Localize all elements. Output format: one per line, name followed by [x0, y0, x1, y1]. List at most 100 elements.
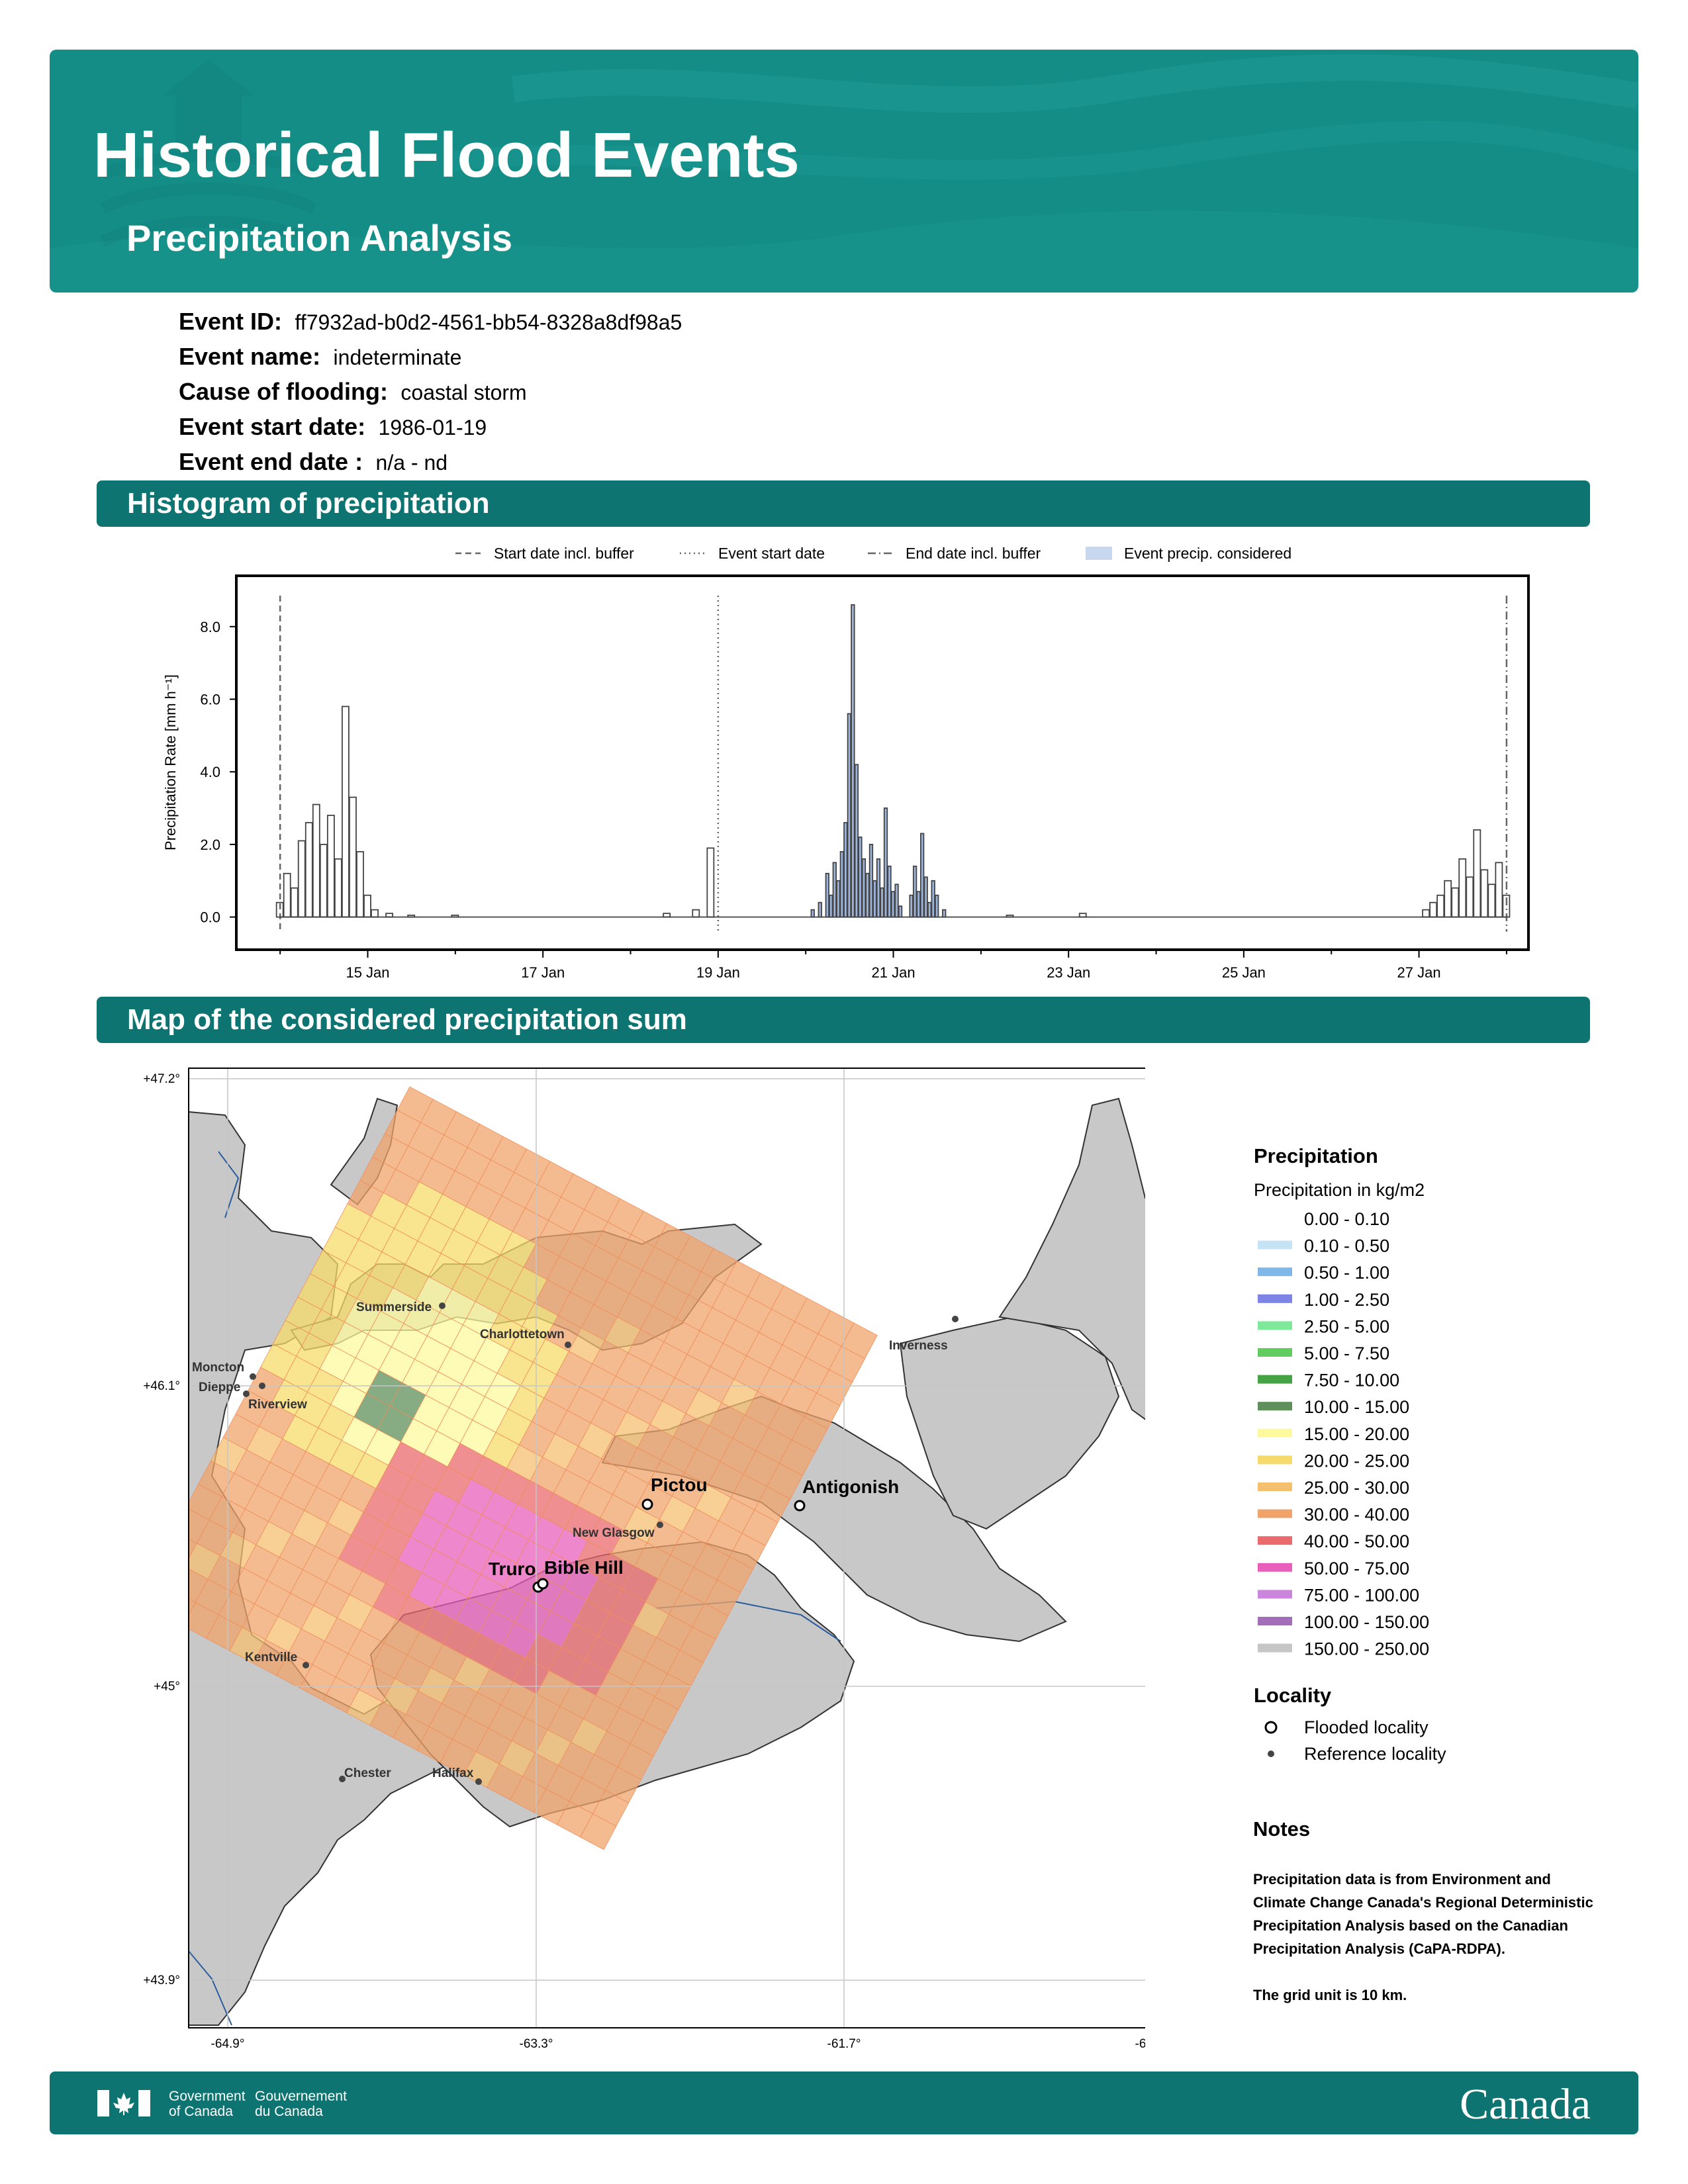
precip-bar [1480, 869, 1489, 918]
legend-class-entry: 0.00 - 0.10 [1258, 1209, 1389, 1229]
y-tick-label: 0.0 [200, 909, 220, 926]
legend-swatch [1258, 1643, 1292, 1653]
event-precip-bar [843, 822, 848, 918]
event-precip-bar [898, 905, 903, 918]
precip-bar [692, 909, 700, 918]
event-precip-bar [825, 872, 829, 918]
legend-class-entry: 50.00 - 75.00 [1258, 1559, 1409, 1578]
svg-text:Charlottetown: Charlottetown [480, 1328, 565, 1342]
svg-text:Riverview: Riverview [248, 1398, 307, 1412]
legend-swatch [1258, 1617, 1292, 1625]
map-y-tick: +45° [154, 1680, 180, 1694]
event-precip-bar [890, 891, 896, 918]
svg-text:Moncton: Moncton [192, 1361, 244, 1375]
event-end-row: Event end date : n/a - nd [179, 445, 682, 480]
event-precip-bar [832, 862, 837, 918]
flooded-locality-icon [1264, 1721, 1278, 1734]
x-tick-label: 15 Jan [346, 964, 389, 981]
legend-class-entry: 5.00 - 7.50 [1258, 1343, 1389, 1363]
legend-class-label: 100.00 - 150.00 [1304, 1612, 1429, 1632]
legend-end-buffer-label: End date incl. buffer [906, 545, 1041, 562]
event-cause-value: coastal storm [400, 381, 527, 404]
precip-bar [706, 847, 715, 918]
legend-event-precip-label: Event precip. considered [1124, 545, 1291, 562]
event-precip-bar [880, 887, 884, 918]
event-start-label: Event start date: [179, 413, 366, 440]
precipitation-bars [275, 604, 1511, 918]
event-start-value: 1986-01-19 [378, 416, 487, 439]
legend-class-label: 5.00 - 7.50 [1304, 1343, 1389, 1363]
legend-class-label: 50.00 - 75.00 [1304, 1559, 1409, 1578]
y-tick-label: 2.0 [200, 837, 220, 853]
event-precip-bar [810, 909, 815, 918]
precip-bar [407, 914, 416, 918]
event-precip-bar [861, 858, 867, 918]
event-precip-bar [887, 865, 892, 918]
precip-bar [385, 913, 394, 918]
x-tick-label: 17 Jan [521, 964, 565, 981]
map-x-tick: -61.7° [827, 2037, 861, 2051]
precip-bar [290, 887, 299, 918]
precip-bar [297, 840, 306, 918]
legend-class-entry: 150.00 - 250.00 [1258, 1639, 1429, 1659]
map-section-header: Map of the considered precipitation sum [97, 997, 1590, 1043]
notes-paragraph: The grid unit is 10 km. [1253, 1987, 1407, 2003]
event-id-label: Event ID: [179, 308, 283, 335]
map-section-title: Map of the considered precipitation sum [127, 1003, 687, 1036]
map-x-tick: -63.3° [520, 2037, 553, 2051]
precipitation-map: Summerside Charlottetown Inverness Monct… [143, 1068, 1145, 2051]
legend-swatch [1258, 1321, 1292, 1330]
event-precip-bar [927, 901, 932, 918]
page-title: Historical Flood Events [93, 120, 800, 191]
reference-locality-chester: Chester [339, 1766, 391, 1782]
histogram-section-title: Histogram of precipitation [127, 487, 490, 520]
legend-swatch [1258, 1402, 1292, 1411]
precip-bar [334, 858, 342, 918]
legend-class-entry: 25.00 - 30.00 [1258, 1478, 1409, 1498]
y-tick-label: 8.0 [200, 619, 220, 635]
event-precip-bar [894, 884, 899, 918]
legend-class-entry: 1.00 - 2.50 [1258, 1290, 1389, 1310]
event-precip-bar [923, 876, 928, 918]
legend-class-entry: 2.50 - 5.00 [1258, 1316, 1389, 1336]
legend-swatch [1258, 1590, 1292, 1599]
event-cause-row: Cause of flooding: coastal storm [179, 375, 682, 410]
map-y-tick: +47.2° [143, 1072, 180, 1086]
event-precip-bar [935, 894, 939, 918]
svg-text:Inverness: Inverness [889, 1339, 948, 1353]
legend-class-entry: 7.50 - 10.00 [1258, 1371, 1399, 1390]
legend-class-label: 10.00 - 15.00 [1304, 1397, 1409, 1417]
svg-text:Dieppe: Dieppe [199, 1381, 240, 1394]
event-start-row: Event start date: 1986-01-19 [179, 410, 682, 445]
histogram-section-header: Histogram of precipitation [97, 480, 1590, 527]
legend-title: Precipitation [1254, 1144, 1378, 1167]
legend-class-entry: 40.00 - 50.00 [1258, 1531, 1409, 1551]
legend-class-entry: 20.00 - 25.00 [1258, 1451, 1409, 1471]
legend-class-label: 7.50 - 10.00 [1304, 1371, 1399, 1390]
page-footer: Government of Canada Gouvernement du Can… [50, 2071, 1638, 2134]
svg-text:New Glasgow: New Glasgow [573, 1526, 655, 1540]
event-precip-bar [876, 858, 881, 918]
canada-wordmark: Canada [1460, 2080, 1591, 2128]
precip-bar [1466, 876, 1474, 918]
legend-class-entry: 0.10 - 0.50 [1258, 1236, 1389, 1256]
legend-swatch [1258, 1563, 1292, 1572]
event-precip-bar [909, 894, 914, 918]
legend-swatch [1258, 1348, 1292, 1357]
legend-class-label: 0.50 - 1.00 [1304, 1263, 1389, 1283]
notes-title: Notes [1253, 1817, 1311, 1841]
event-precip-bar [942, 909, 947, 918]
histogram-legend: Start date incl. buffer Event start date… [455, 545, 1291, 562]
svg-text:Kentville: Kentville [245, 1651, 297, 1664]
event-precip-bar [854, 764, 859, 918]
x-tick-label: 25 Jan [1222, 964, 1266, 981]
event-details: Event ID: ff7932ad-b0d2-4561-bb54-8328a8… [179, 304, 682, 480]
precip-bar [312, 803, 320, 918]
date-marker-lines [279, 596, 1508, 932]
precip-bar [1495, 862, 1503, 918]
legend-start-buffer-label: Start date incl. buffer [494, 545, 634, 562]
legend-class-label: 0.10 - 0.50 [1304, 1236, 1389, 1256]
legend-class-entry: 10.00 - 15.00 [1258, 1397, 1409, 1417]
precip-bar [1078, 913, 1087, 918]
legend-swatch [1258, 1428, 1292, 1437]
